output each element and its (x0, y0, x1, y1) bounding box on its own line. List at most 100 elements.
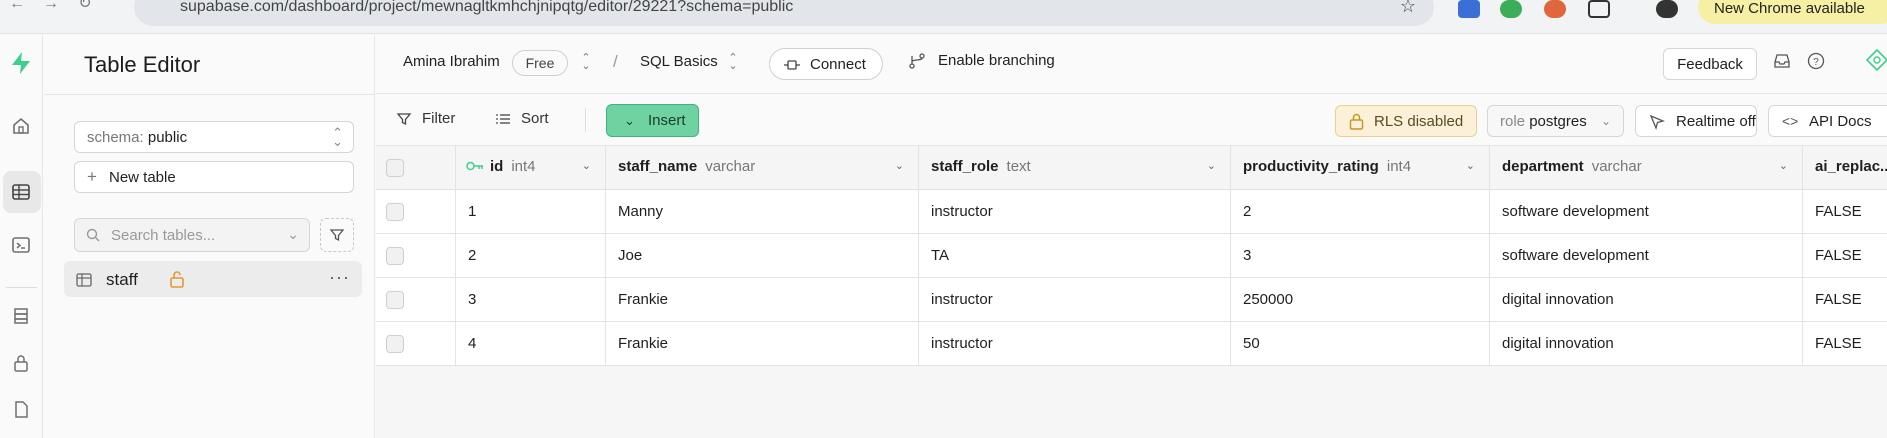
profile-avatar[interactable] (1656, 0, 1678, 18)
table-row[interactable]: 4 Frankie instructor 50 digital innovati… (376, 322, 1887, 366)
code-icon: <> (1782, 113, 1799, 129)
cell-productivity-rating[interactable]: 50 (1231, 322, 1490, 365)
realtime-button[interactable]: Realtime off (1635, 105, 1757, 137)
forward-icon[interactable]: → (40, 0, 62, 12)
cell-id[interactable]: 4 (456, 322, 606, 365)
realtime-label: Realtime off (1676, 113, 1756, 130)
reload-icon[interactable]: ↻ (74, 0, 96, 12)
table-row[interactable]: 3 Frankie instructor 250000 digital inno… (376, 278, 1887, 322)
table-editor-sidebar: Table Editor schema: public ⌃ ⌄ + New tab… (44, 35, 375, 438)
search-tables-input[interactable]: Search tables... ⌄ (74, 218, 310, 252)
auth-lock-icon[interactable] (9, 351, 33, 375)
home-icon[interactable] (9, 114, 33, 138)
chevron-down-icon: ⌄ (624, 113, 635, 128)
cell-id[interactable]: 1 (456, 190, 606, 233)
supabase-logo-icon[interactable] (9, 51, 33, 75)
cell-productivity-rating[interactable]: 3 (1231, 234, 1490, 277)
translate-extension-icon[interactable] (1458, 0, 1480, 18)
insert-button[interactable]: ⌄ Insert (606, 104, 699, 137)
chevron-down-icon[interactable]: ⌄ (582, 159, 591, 172)
cell-id[interactable]: 3 (456, 278, 606, 321)
select-all-checkbox[interactable] (386, 159, 404, 177)
nav-rail (0, 35, 43, 438)
insert-label: Insert (648, 112, 686, 129)
shield-extension-icon[interactable] (1500, 0, 1522, 18)
cell-staff-role[interactable]: instructor (919, 278, 1231, 321)
rail-divider (6, 287, 37, 288)
inbox-icon[interactable] (1773, 52, 1791, 70)
connect-button[interactable]: Connect (769, 48, 883, 80)
chrome-update-pill[interactable]: New Chrome available (1698, 0, 1887, 24)
cell-department[interactable]: digital innovation (1490, 278, 1803, 321)
column-header-ai-replaceable[interactable]: ai_replac... (1803, 146, 1887, 189)
chevrons-down-icon: ⌄ (287, 226, 299, 242)
chevron-down-icon[interactable]: ⌄ (895, 159, 904, 172)
cell-ai-replaceable[interactable]: FALSE (1803, 190, 1887, 233)
enable-branching-button[interactable]: Enable branching (908, 52, 1055, 69)
assistant-icon[interactable] (1865, 48, 1887, 72)
sidebar-table-item-staff[interactable]: staff ··· (64, 261, 362, 297)
address-bar[interactable]: supabase.com/dashboard/project/mewnagltk… (134, 0, 1434, 26)
updown-chevron-icon: ⌃ ⌄ (332, 125, 343, 149)
schema-select[interactable]: schema: public ⌃ ⌄ (74, 121, 354, 153)
role-select[interactable]: role postgres ⌄ (1487, 105, 1624, 137)
plan-badge: Free (512, 50, 568, 76)
more-options-icon[interactable]: ··· (329, 267, 350, 288)
api-docs-button[interactable]: <> API Docs (1768, 105, 1887, 137)
column-header-department[interactable]: department varchar ⌄ (1490, 146, 1803, 189)
sql-editor-icon[interactable] (9, 233, 33, 257)
search-placeholder: Search tables... (111, 227, 216, 244)
filter-button[interactable]: Filter (396, 110, 455, 127)
table-row[interactable]: 1 Manny instructor 2 software developmen… (376, 190, 1887, 234)
cell-department[interactable]: software development (1490, 234, 1803, 277)
chevron-down-icon[interactable]: ⌄ (1779, 159, 1788, 172)
table-row[interactable]: 2 Joe TA 3 software development FALSE (376, 234, 1887, 278)
cell-staff-role[interactable]: instructor (919, 190, 1231, 233)
cell-productivity-rating[interactable]: 250000 (1231, 278, 1490, 321)
column-header-staff-role[interactable]: staff_role text ⌄ (919, 146, 1231, 189)
sort-button[interactable]: Sort (495, 110, 549, 127)
feedback-button[interactable]: Feedback (1663, 48, 1757, 80)
new-table-button[interactable]: + New table (74, 161, 354, 193)
cell-ai-replaceable[interactable]: FALSE (1803, 322, 1887, 365)
org-name[interactable]: Amina Ibrahim (403, 53, 500, 70)
cell-staff-name[interactable]: Frankie (606, 278, 919, 321)
row-checkbox[interactable] (386, 203, 404, 221)
database-icon[interactable] (9, 304, 33, 328)
org-switcher-chevron-icon[interactable]: ⌃ ⌄ (581, 53, 591, 72)
row-select-cell (376, 190, 456, 233)
cell-department[interactable]: software development (1490, 190, 1803, 233)
storage-icon[interactable] (9, 397, 33, 421)
cell-department[interactable]: digital innovation (1490, 322, 1803, 365)
chevron-down-icon[interactable]: ⌄ (1207, 159, 1216, 172)
column-name: staff_role (931, 158, 999, 175)
cell-ai-replaceable[interactable]: FALSE (1803, 234, 1887, 277)
column-header-id[interactable]: id int4 ⌄ (456, 146, 606, 189)
cell-productivity-rating[interactable]: 2 (1231, 190, 1490, 233)
project-switcher-chevron-icon[interactable]: ⌃ ⌄ (728, 53, 738, 72)
cell-staff-name[interactable]: Joe (606, 234, 919, 277)
svg-text:?: ? (1813, 57, 1819, 68)
help-icon[interactable]: ? (1807, 52, 1825, 70)
back-icon[interactable]: ← (6, 0, 28, 12)
cell-staff-role[interactable]: instructor (919, 322, 1231, 365)
column-header-productivity-rating[interactable]: productivity_rating int4 ⌄ (1231, 146, 1490, 189)
rls-disabled-button[interactable]: RLS disabled (1335, 105, 1477, 137)
puzzle-extensions-icon[interactable] (1588, 0, 1610, 18)
chevron-down-icon[interactable]: ⌄ (1466, 159, 1475, 172)
cell-staff-role[interactable]: TA (919, 234, 1231, 277)
row-checkbox[interactable] (386, 291, 404, 309)
row-checkbox[interactable] (386, 247, 404, 265)
breadcrumb-separator: / (613, 52, 618, 71)
filter-tables-button[interactable] (320, 218, 354, 252)
column-header-staff-name[interactable]: staff_name varchar ⌄ (606, 146, 919, 189)
cell-id[interactable]: 2 (456, 234, 606, 277)
extension-icon[interactable] (1544, 0, 1566, 18)
table-editor-icon[interactable] (9, 180, 33, 204)
cell-staff-name[interactable]: Manny (606, 190, 919, 233)
row-checkbox[interactable] (386, 335, 404, 353)
cell-ai-replaceable[interactable]: FALSE (1803, 278, 1887, 321)
project-name[interactable]: SQL Basics (640, 53, 718, 70)
bookmark-star-icon[interactable]: ☆ (1400, 0, 1416, 17)
cell-staff-name[interactable]: Frankie (606, 322, 919, 365)
